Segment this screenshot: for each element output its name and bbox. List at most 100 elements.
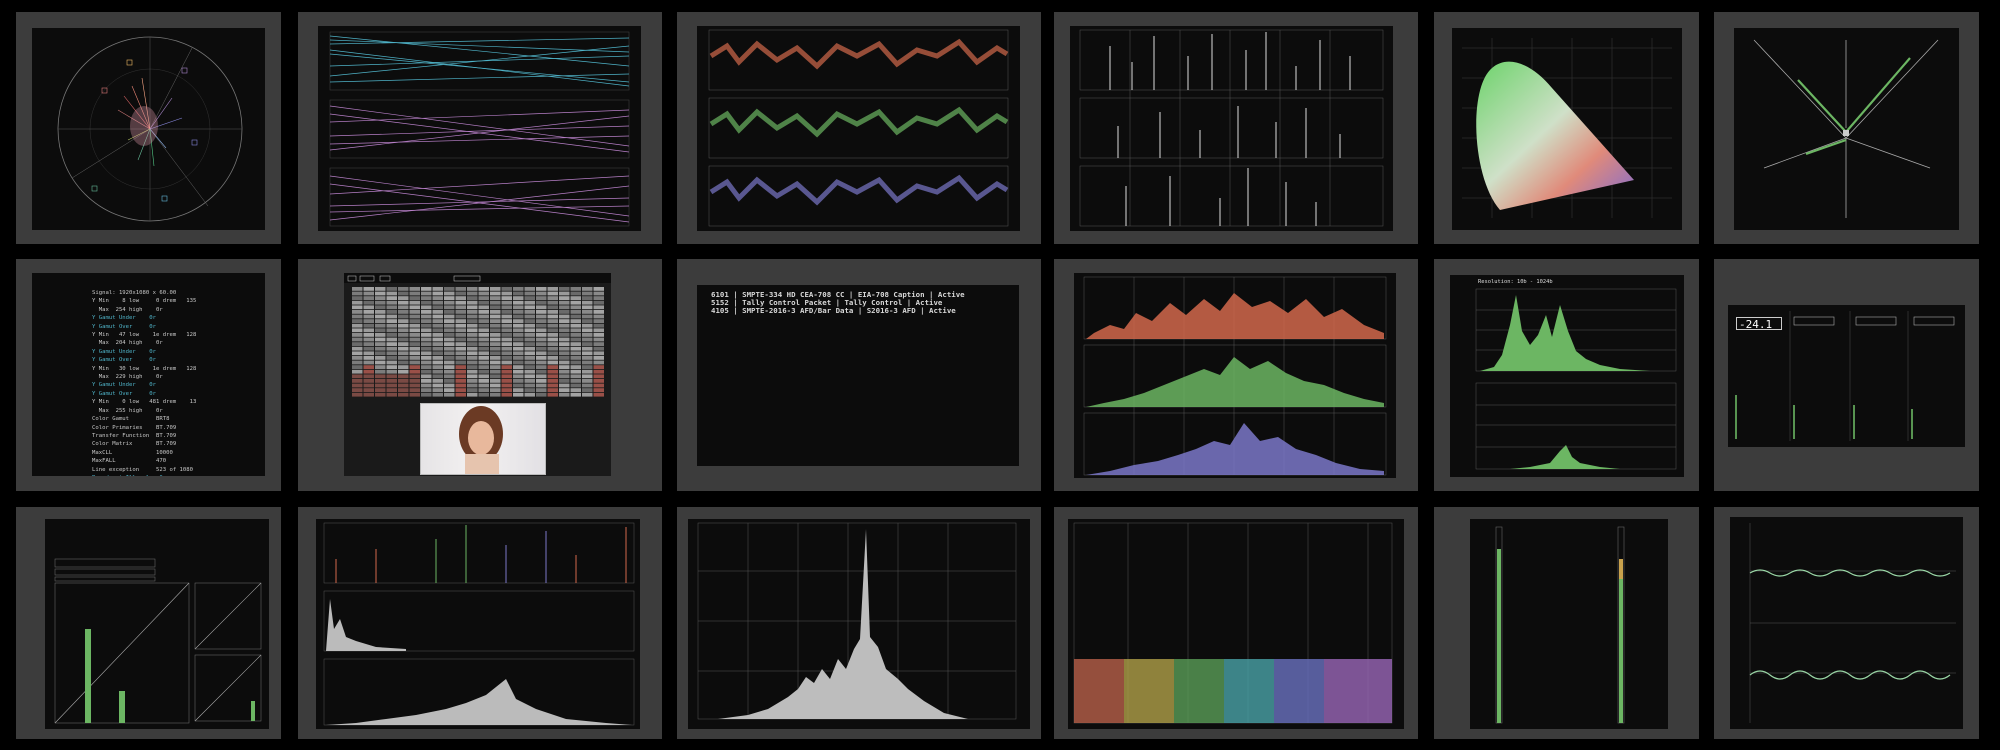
table-cell — [455, 374, 466, 379]
table-cell — [444, 388, 455, 392]
table-cell — [455, 310, 466, 314]
table-cell — [559, 333, 570, 337]
waveform-icon — [1749, 523, 1956, 723]
table-cell — [398, 333, 409, 337]
histogram-icon — [1079, 29, 1384, 227]
table-cell — [432, 300, 443, 305]
table-cell — [547, 374, 558, 379]
preview-image — [420, 403, 546, 475]
table-cell — [536, 383, 547, 388]
vertical-meter-panel[interactable] — [1434, 507, 1699, 739]
stats-line: Y Gamut Under 0r — [92, 382, 156, 389]
table-cell — [547, 291, 558, 296]
spike-histogram-panel[interactable] — [1054, 12, 1418, 244]
table-cell — [501, 365, 512, 369]
table-cell — [478, 369, 489, 374]
green-histogram-panel[interactable]: Resolution: 10b - 1024b — [1434, 259, 1699, 491]
table-cell — [582, 310, 593, 314]
trace-panel[interactable] — [298, 12, 662, 244]
table-cell — [467, 388, 478, 392]
table-cell — [593, 337, 604, 342]
table-cell — [582, 374, 593, 379]
table-cell — [363, 287, 374, 291]
bars-panel[interactable] — [16, 507, 281, 739]
table-cell — [559, 342, 570, 346]
table-cell — [582, 337, 593, 342]
table-cell — [490, 333, 501, 337]
table-cell — [352, 310, 363, 314]
table-cell — [593, 333, 604, 337]
table-cell — [455, 346, 466, 351]
audio-meter-panel[interactable]: -24.1 — [1714, 259, 1979, 491]
table-cell — [501, 369, 512, 374]
table-cell — [501, 305, 512, 310]
table-cell — [444, 369, 455, 374]
table-cell — [478, 356, 489, 360]
captions-panel[interactable]: 6101 | SMPTE-334 HD CEA-708 CC | EIA-708… — [677, 259, 1041, 491]
table-cell — [593, 356, 604, 360]
table-cell — [547, 356, 558, 360]
color-parade-panel[interactable] — [1054, 507, 1418, 739]
table-cell — [513, 388, 524, 392]
table-cell — [570, 319, 581, 323]
luma-histogram-panel[interactable] — [677, 507, 1041, 739]
vectorscope-panel[interactable] — [16, 12, 281, 244]
table-cell — [432, 365, 443, 369]
table-cell — [547, 333, 558, 337]
table-cell — [467, 337, 478, 342]
phase-panel[interactable] — [1714, 12, 1979, 244]
table-cell — [593, 365, 604, 369]
table-cell — [513, 328, 524, 333]
table-cell — [478, 319, 489, 323]
table-cell — [582, 333, 593, 337]
dual-wave-panel[interactable] — [1714, 507, 1979, 739]
histogram-icon — [697, 522, 1017, 720]
table-cell — [375, 383, 386, 388]
vertical-meter-screen — [1470, 519, 1668, 729]
table-cell — [398, 323, 409, 328]
cie-panel[interactable] — [1434, 12, 1699, 244]
table-cell — [559, 305, 570, 310]
captions-screen: 6101 | SMPTE-334 HD CEA-708 CC | EIA-708… — [697, 285, 1019, 466]
table-cell — [432, 360, 443, 365]
table-cell — [513, 305, 524, 310]
table-cell — [570, 300, 581, 305]
table-cell — [467, 333, 478, 337]
table-cell — [524, 374, 535, 379]
table-cell — [386, 379, 397, 383]
table-cell — [363, 314, 374, 319]
table-cell — [559, 383, 570, 388]
rgb-histogram-panel[interactable] — [1054, 259, 1418, 491]
table-cell — [547, 383, 558, 388]
table-cell — [444, 328, 455, 333]
stats-panel[interactable]: Signal: 1920x1080 x 60.00 Y Min 8 low 0 d… — [16, 259, 281, 491]
table-cell — [432, 291, 443, 296]
table-cell — [478, 351, 489, 356]
table-cell — [513, 392, 524, 397]
table-cell — [352, 369, 363, 374]
multi-histogram-panel[interactable] — [298, 507, 662, 739]
table-panel[interactable] — [298, 259, 662, 491]
table-cell — [490, 369, 501, 374]
table-cell — [582, 291, 593, 296]
table-cell — [421, 342, 432, 346]
stats-line: Y Min 0 low 481 drem 13 — [92, 399, 197, 406]
table-cell — [524, 287, 535, 291]
table-cell — [455, 342, 466, 346]
table-cell — [386, 287, 397, 291]
table-cell — [398, 369, 409, 374]
table-cell — [421, 374, 432, 379]
table-cell — [593, 392, 604, 397]
table-cell — [363, 300, 374, 305]
table-cell — [501, 392, 512, 397]
green-histogram-screen: Resolution: 10b - 1024b — [1450, 275, 1684, 477]
table-cell — [363, 351, 374, 356]
table-cell — [375, 365, 386, 369]
table-cell — [386, 328, 397, 333]
table-cell — [409, 383, 420, 388]
table-cell — [352, 337, 363, 342]
cie-screen — [1452, 28, 1682, 230]
table-cell — [375, 379, 386, 383]
table-cell — [352, 374, 363, 379]
rgb-waveform-panel[interactable] — [677, 12, 1041, 244]
